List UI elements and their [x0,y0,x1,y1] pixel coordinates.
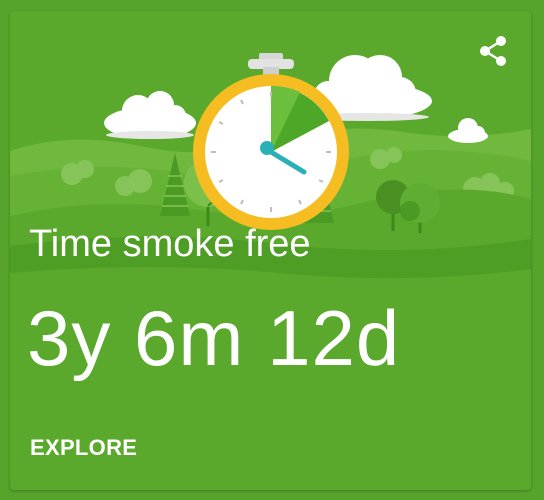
smoke-free-card[interactable]: Time smoke free 3y 6m 12d EXPLORE [10,11,531,490]
scenery-illustration [10,53,531,311]
smoke-free-duration: 3y 6m 12d [27,294,401,382]
card-title: Time smoke free [29,223,311,265]
explore-button[interactable]: EXPLORE [30,435,137,461]
share-button[interactable] [475,33,511,69]
stopwatch-icon [193,53,349,230]
share-icon [480,36,506,66]
